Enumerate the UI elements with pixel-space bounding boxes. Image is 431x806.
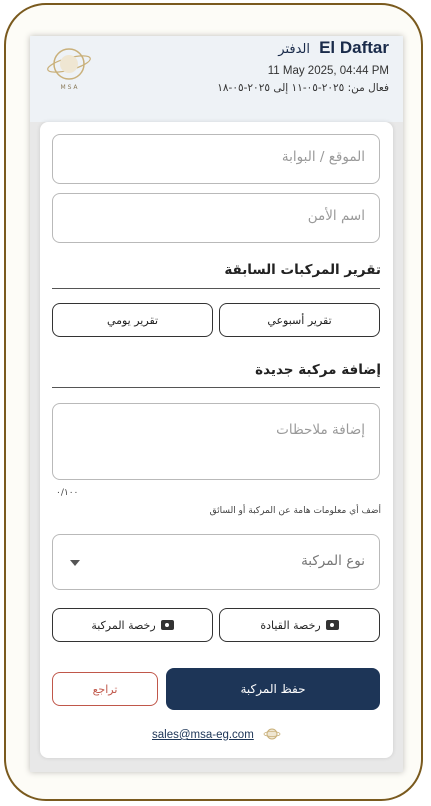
daily-report-label: تقرير يومي xyxy=(106,313,159,327)
camera-icon xyxy=(160,620,174,630)
app-title-arabic: الدفتر xyxy=(278,42,310,57)
app-title-english: El Daftar xyxy=(319,38,389,57)
company-logo: M S A xyxy=(44,42,94,92)
app-header: M S A الدفتر El Daftar 11 May 2025, 04:4… xyxy=(30,36,403,122)
current-date: 11 May 2025, 04:44 PM xyxy=(267,65,389,77)
svg-text:M S A: M S A xyxy=(61,84,79,91)
app-screen: M S A الدفتر El Daftar 11 May 2025, 04:4… xyxy=(30,36,403,772)
save-vehicle-button[interactable]: حفظ المركبة xyxy=(166,668,380,710)
location-input[interactable]: الموقع / البوابة xyxy=(52,134,380,184)
weekly-report-label: تقرير أسبوعي xyxy=(267,313,332,327)
chevron-down-icon xyxy=(70,560,80,566)
daily-report-button[interactable]: تقرير يومي xyxy=(52,303,213,337)
vehicle-license-label: رخصة المركبة xyxy=(91,618,156,632)
notes-hint: أضف أي معلومات هامة عن المركبة أو السائق xyxy=(209,506,381,516)
email-link[interactable]: sales@msa-eg.com xyxy=(152,729,254,741)
footer: sales@msa-eg.com xyxy=(40,726,393,744)
prev-reports-title: تقرير المركبات السابقة xyxy=(224,262,381,278)
camera-icon xyxy=(325,620,339,630)
vehicle-license-button[interactable]: رخصة المركبة xyxy=(52,608,213,642)
section-divider xyxy=(52,288,380,289)
notes-textarea[interactable]: إضافة ملاحظات xyxy=(52,403,380,480)
guard-name-placeholder: اسم الأمن xyxy=(307,208,365,224)
location-placeholder: الموقع / البوابة xyxy=(281,149,365,165)
add-vehicle-title: إضافة مركبة جديدة xyxy=(255,362,381,378)
save-vehicle-label: حفظ المركبة xyxy=(240,682,306,696)
driving-license-label: رخصة القيادة xyxy=(260,618,321,632)
weekly-report-button[interactable]: تقرير أسبوعي xyxy=(219,303,380,337)
notes-placeholder: إضافة ملاحظات xyxy=(276,422,365,438)
vehicle-type-label: نوع المركبة xyxy=(301,553,365,569)
vehicle-type-select[interactable]: نوع المركبة xyxy=(52,534,380,590)
driving-license-button[interactable]: رخصة القيادة xyxy=(219,608,380,642)
guard-name-input[interactable]: اسم الأمن xyxy=(52,193,380,243)
notes-counter: ٠/١٠٠ xyxy=(56,488,79,498)
back-button[interactable]: تراجع xyxy=(52,672,158,706)
company-logo-small xyxy=(263,726,281,744)
vehicle-form-card: الموقع / البوابة اسم الأمن تقرير المركبا… xyxy=(40,122,393,758)
active-range: فعال من: ٢٠٢٥-٠٥-١١ إلى ٢٠٢٥-٠٥-١٨ xyxy=(217,82,389,94)
section-divider xyxy=(52,387,380,388)
back-label: تراجع xyxy=(92,682,118,696)
app-title: الدفتر El Daftar xyxy=(278,38,389,58)
